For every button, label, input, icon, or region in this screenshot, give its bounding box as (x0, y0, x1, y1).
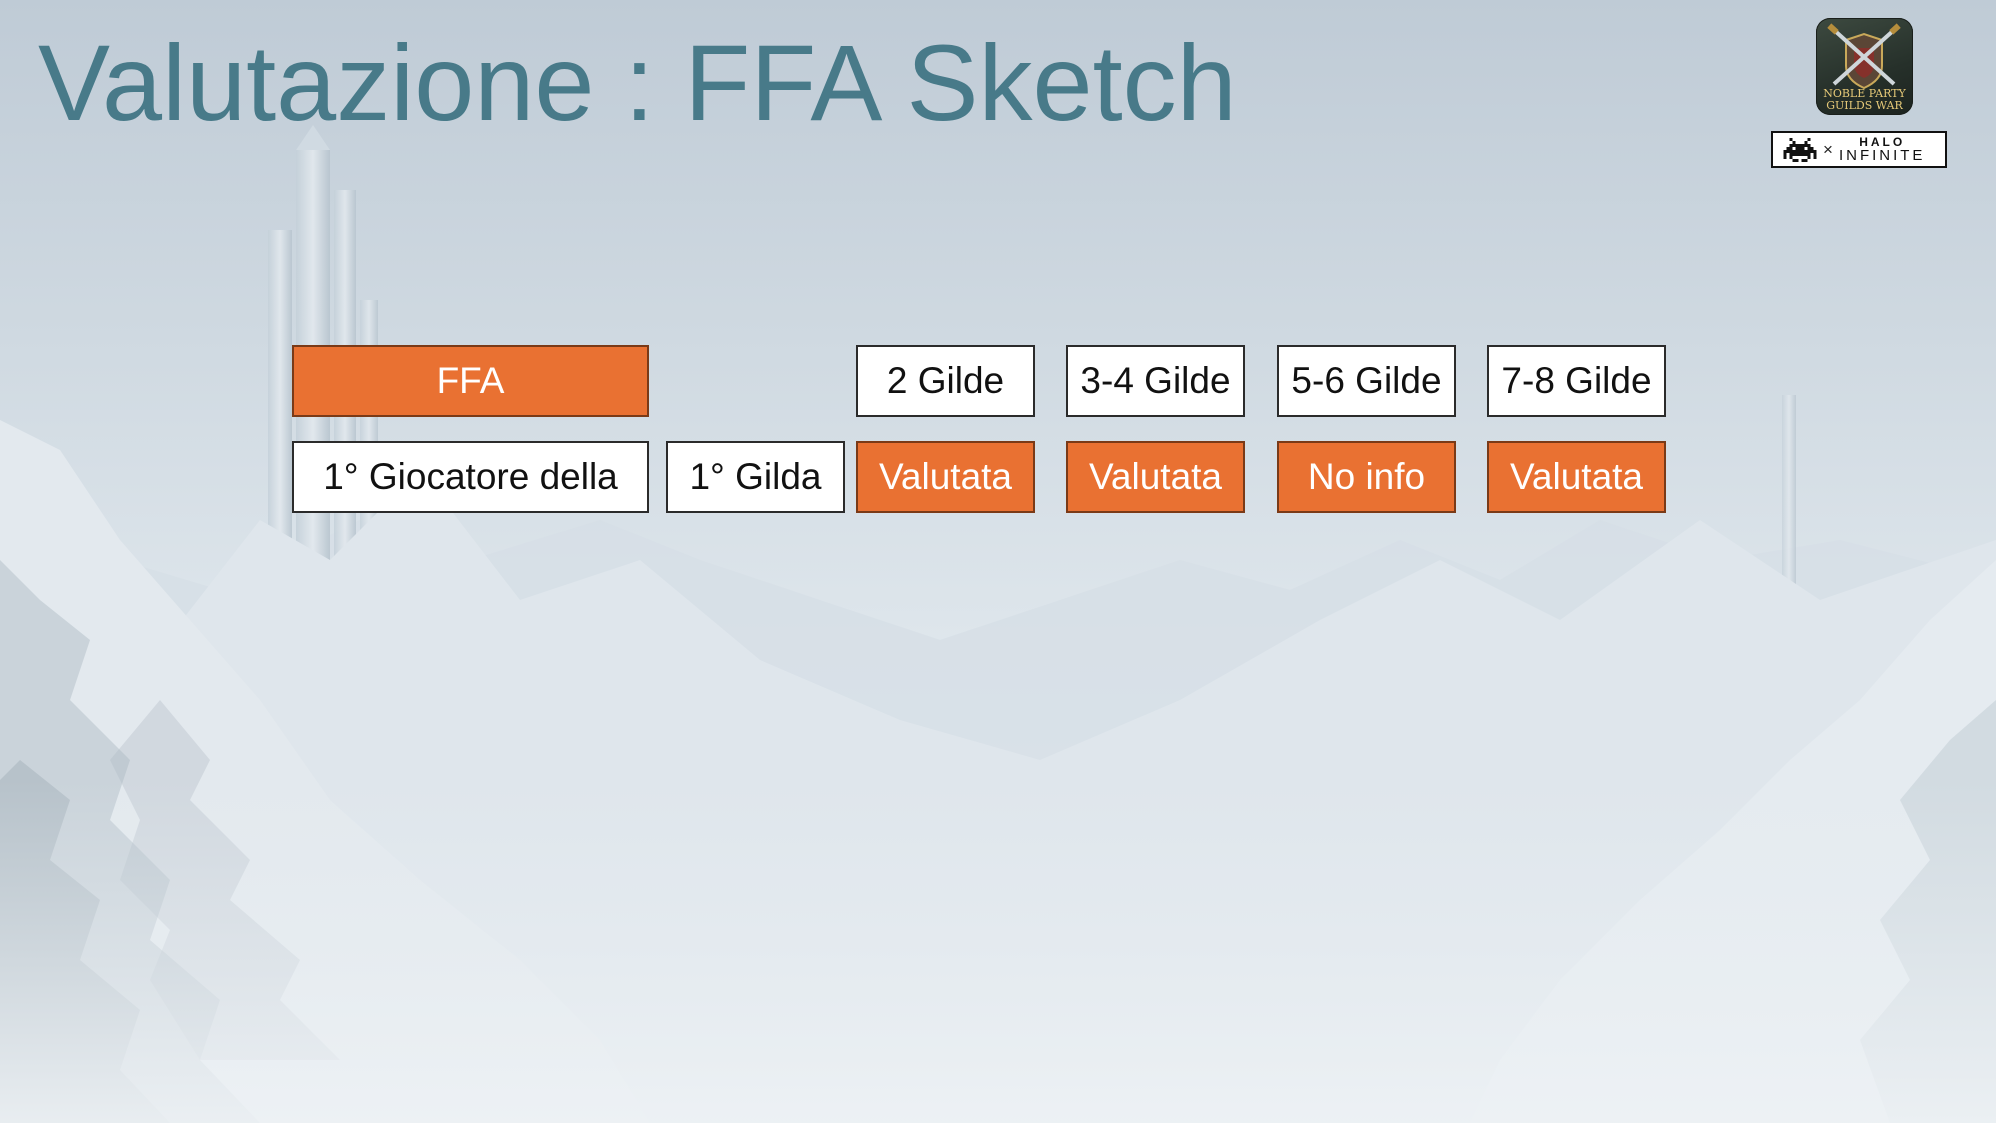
infinite-label: INFINITE (1838, 147, 1926, 164)
value-5-6-gilde: No info (1277, 441, 1456, 513)
value-7-8-gilde: Valutata (1487, 441, 1666, 513)
noble-party-guilds-war-logo: NOBLE PARTY GUILDS WAR (1816, 18, 1913, 115)
value-3-4-gilde: Valutata (1066, 441, 1245, 513)
header-7-8-gilde: 7-8 Gilde (1487, 345, 1666, 417)
halo-infinite-wordmark: HALO INFINITE (1839, 136, 1926, 163)
header-3-4-gilde: 3-4 Gilde (1066, 345, 1245, 417)
collab-badge: × HALO INFINITE (1771, 131, 1947, 168)
header-ffa: FFA (292, 345, 649, 417)
row-label-giocatore: 1° Giocatore della (292, 441, 649, 513)
space-invader-icon (1783, 137, 1817, 162)
times-sign: × (1823, 140, 1833, 159)
row-label-gilda: 1° Gilda (666, 441, 845, 513)
value-2-gilde: Valutata (856, 441, 1035, 513)
logo-line-2: GUILDS WAR (1826, 99, 1903, 112)
slide-title: Valutazione : FFA Sketch (38, 22, 1237, 143)
snowy-mountain-background (0, 125, 1996, 1123)
header-2-gilde: 2 Gilde (856, 345, 1035, 417)
header-5-6-gilde: 5-6 Gilde (1277, 345, 1456, 417)
